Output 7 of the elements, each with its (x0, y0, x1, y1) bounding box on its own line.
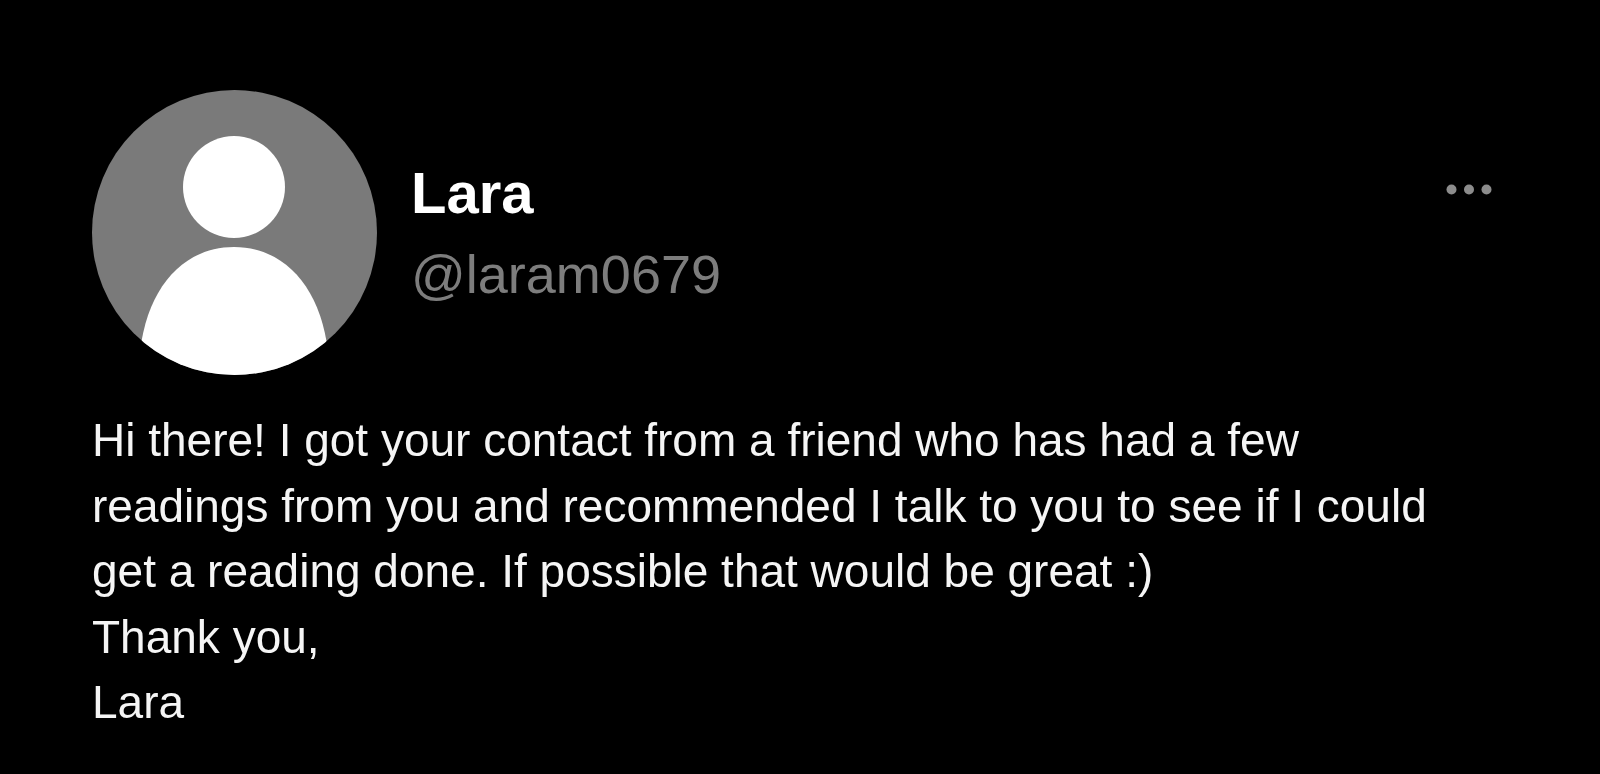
author-name: Lara (411, 160, 535, 227)
more-options-icon[interactable] (1446, 184, 1492, 195)
author-handle: @laram0679 (411, 242, 721, 305)
message-text: Thank you, (92, 609, 321, 665)
message-text: Hi there! I got your contact from a friend who has had a few readings from you and recommended I talk to you to see if I could get a reading done. If possible that would be great :) (92, 413, 1428, 599)
message-text: Lara (92, 675, 186, 730)
avatar-icon (92, 90, 377, 375)
